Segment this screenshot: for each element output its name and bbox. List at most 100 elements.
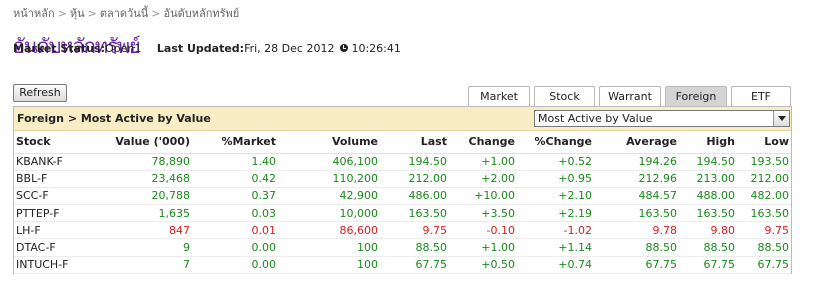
table-row: PTTEP-F 1,635 0.03 10,000 163.50 +3.50 +2.19 16… (14, 204, 791, 223)
cell-market: 0.00 (192, 238, 278, 257)
cell-market: 0.03 (192, 204, 278, 223)
tab-stock[interactable]: Stock (534, 86, 595, 106)
cell-low: 482.00 (737, 187, 791, 206)
cell-average: 163.50 (594, 204, 679, 223)
cell-stock[interactable]: PTTEP-F (14, 204, 82, 223)
cell-stock[interactable]: LH-F (14, 221, 82, 240)
cell-pchange: +2.19 (517, 204, 594, 223)
ranking-select[interactable]: Most Active by Value (534, 110, 790, 127)
cell-volume: 100 (278, 256, 380, 274)
cell-average: 212.96 (594, 170, 679, 188)
cell-value: 9 (82, 238, 192, 257)
cell-value: 78,890 (82, 153, 192, 171)
cell-pchange: +1.14 (517, 238, 594, 257)
cell-change: +10.00 (449, 187, 517, 206)
cell-stock[interactable]: INTUCH-F (14, 256, 82, 274)
cell-pchange: +0.95 (517, 170, 594, 188)
cell-stock[interactable]: BBL-F (14, 170, 82, 188)
cell-average: 67.75 (594, 256, 679, 274)
table-row: DTAC-F 9 0.00 100 88.50 +1.00 +1.14 88.50 88.50 8… (14, 238, 791, 257)
ranking-select-value: Most Active by Value (538, 112, 653, 125)
col-high: High (679, 131, 737, 154)
col-average: Average (594, 131, 679, 154)
last-updated-label: Last Updated: (156, 42, 245, 55)
cell-average: 88.50 (594, 238, 679, 257)
status-line: Market Status:Open1 Last Updated:Fri, 28… (13, 42, 401, 55)
table-header-row: Stock Value ('000) %Market Volume Last C… (14, 131, 791, 154)
cell-last: 486.00 (380, 187, 449, 206)
cell-low: 88.50 (737, 238, 791, 257)
cell-last: 9.75 (380, 221, 449, 240)
market-status-label: Market Status: (13, 42, 106, 55)
refresh-button[interactable]: Refresh (13, 84, 67, 102)
tab-etf[interactable]: ETF (731, 86, 791, 106)
cell-change: +1.00 (449, 153, 517, 171)
breadcrumb-separator: > (87, 7, 97, 20)
cell-average: 484.57 (594, 187, 679, 206)
cell-value: 7 (82, 256, 192, 274)
cell-high: 163.50 (679, 204, 737, 223)
breadcrumb-separator: > (57, 7, 67, 20)
cell-change: +1.00 (449, 238, 517, 257)
cell-high: 488.00 (679, 187, 737, 206)
cell-value: 23,468 (82, 170, 192, 188)
cell-value: 1,635 (82, 204, 192, 223)
cell-market: 0.42 (192, 170, 278, 188)
cell-market: 1.40 (192, 153, 278, 171)
cell-volume: 86,600 (278, 221, 380, 240)
tab-warrant[interactable]: Warrant (599, 86, 661, 106)
tab-bar: Market Stock Warrant Foreign ETF (468, 86, 791, 106)
table-row: BBL-F 23,468 0.42 110,200 212.00 +2.00 +0.95 21… (14, 170, 791, 188)
cell-change: +3.50 (449, 204, 517, 223)
results-panel: Foreign > Most Active by Value Most Acti… (13, 106, 792, 274)
cell-last: 163.50 (380, 204, 449, 223)
table-row: SCC-F 20,788 0.37 42,900 486.00 +10.00 +2.10 48… (14, 187, 791, 206)
cell-pchange: +2.10 (517, 187, 594, 206)
breadcrumb-market-today[interactable]: ตลาดวันนี้ (100, 7, 148, 20)
cell-volume: 100 (278, 238, 380, 257)
cell-average: 9.78 (594, 221, 679, 240)
cell-high: 194.50 (679, 153, 737, 171)
col-change: Change (449, 131, 517, 154)
table-row: INTUCH-F 7 0.00 100 67.75 +0.50 +0.74 67.75 67.7… (14, 256, 791, 274)
chevron-down-icon[interactable] (773, 111, 789, 126)
breadcrumb-stocks[interactable]: หุ้น (70, 7, 85, 20)
filter-title: Foreign > Most Active by Value (17, 112, 211, 125)
tab-market[interactable]: Market (468, 86, 530, 106)
cell-pchange: +0.74 (517, 256, 594, 274)
cell-last: 194.50 (380, 153, 449, 171)
breadcrumb-home[interactable]: หน้าหลัก (13, 7, 55, 20)
cell-stock[interactable]: KBANK-F (14, 153, 82, 171)
cell-low: 212.00 (737, 170, 791, 188)
cell-value: 847 (82, 221, 192, 240)
breadcrumb-current: อันดับหลักทรัพย์ (163, 7, 240, 20)
breadcrumb-separator: > (151, 7, 161, 20)
cell-pchange: +0.52 (517, 153, 594, 171)
cell-volume: 10,000 (278, 204, 380, 223)
col-last: Last (380, 131, 449, 154)
cell-change: -0.10 (449, 221, 517, 240)
col-volume: Volume (278, 131, 380, 154)
cell-low: 67.75 (737, 256, 791, 274)
cell-value: 20,788 (82, 187, 192, 206)
cell-high: 67.75 (679, 256, 737, 274)
tab-foreign[interactable]: Foreign (665, 86, 727, 106)
cell-average: 194.26 (594, 153, 679, 171)
cell-low: 193.50 (737, 153, 791, 171)
cell-change: +2.00 (449, 170, 517, 188)
cell-market: 0.37 (192, 187, 278, 206)
time-value: 10:26:41 (351, 42, 401, 55)
table-row: KBANK-F 78,890 1.40 406,100 194.50 +1.00 +0.52… (14, 153, 791, 171)
cell-high: 88.50 (679, 238, 737, 257)
cell-last: 67.75 (380, 256, 449, 274)
cell-stock[interactable]: SCC-F (14, 187, 82, 206)
cell-volume: 406,100 (278, 153, 380, 171)
clock-icon (340, 44, 349, 52)
cell-low: 163.50 (737, 204, 791, 223)
cell-volume: 42,900 (278, 187, 380, 206)
col-low: Low (737, 131, 791, 154)
col-market: %Market (192, 131, 278, 154)
breadcrumb: หน้าหลัก > หุ้น > ตลาดวันนี้ > อันดับหลักทรัพย… (13, 4, 239, 22)
cell-last: 88.50 (380, 238, 449, 257)
cell-stock[interactable]: DTAC-F (14, 238, 82, 257)
